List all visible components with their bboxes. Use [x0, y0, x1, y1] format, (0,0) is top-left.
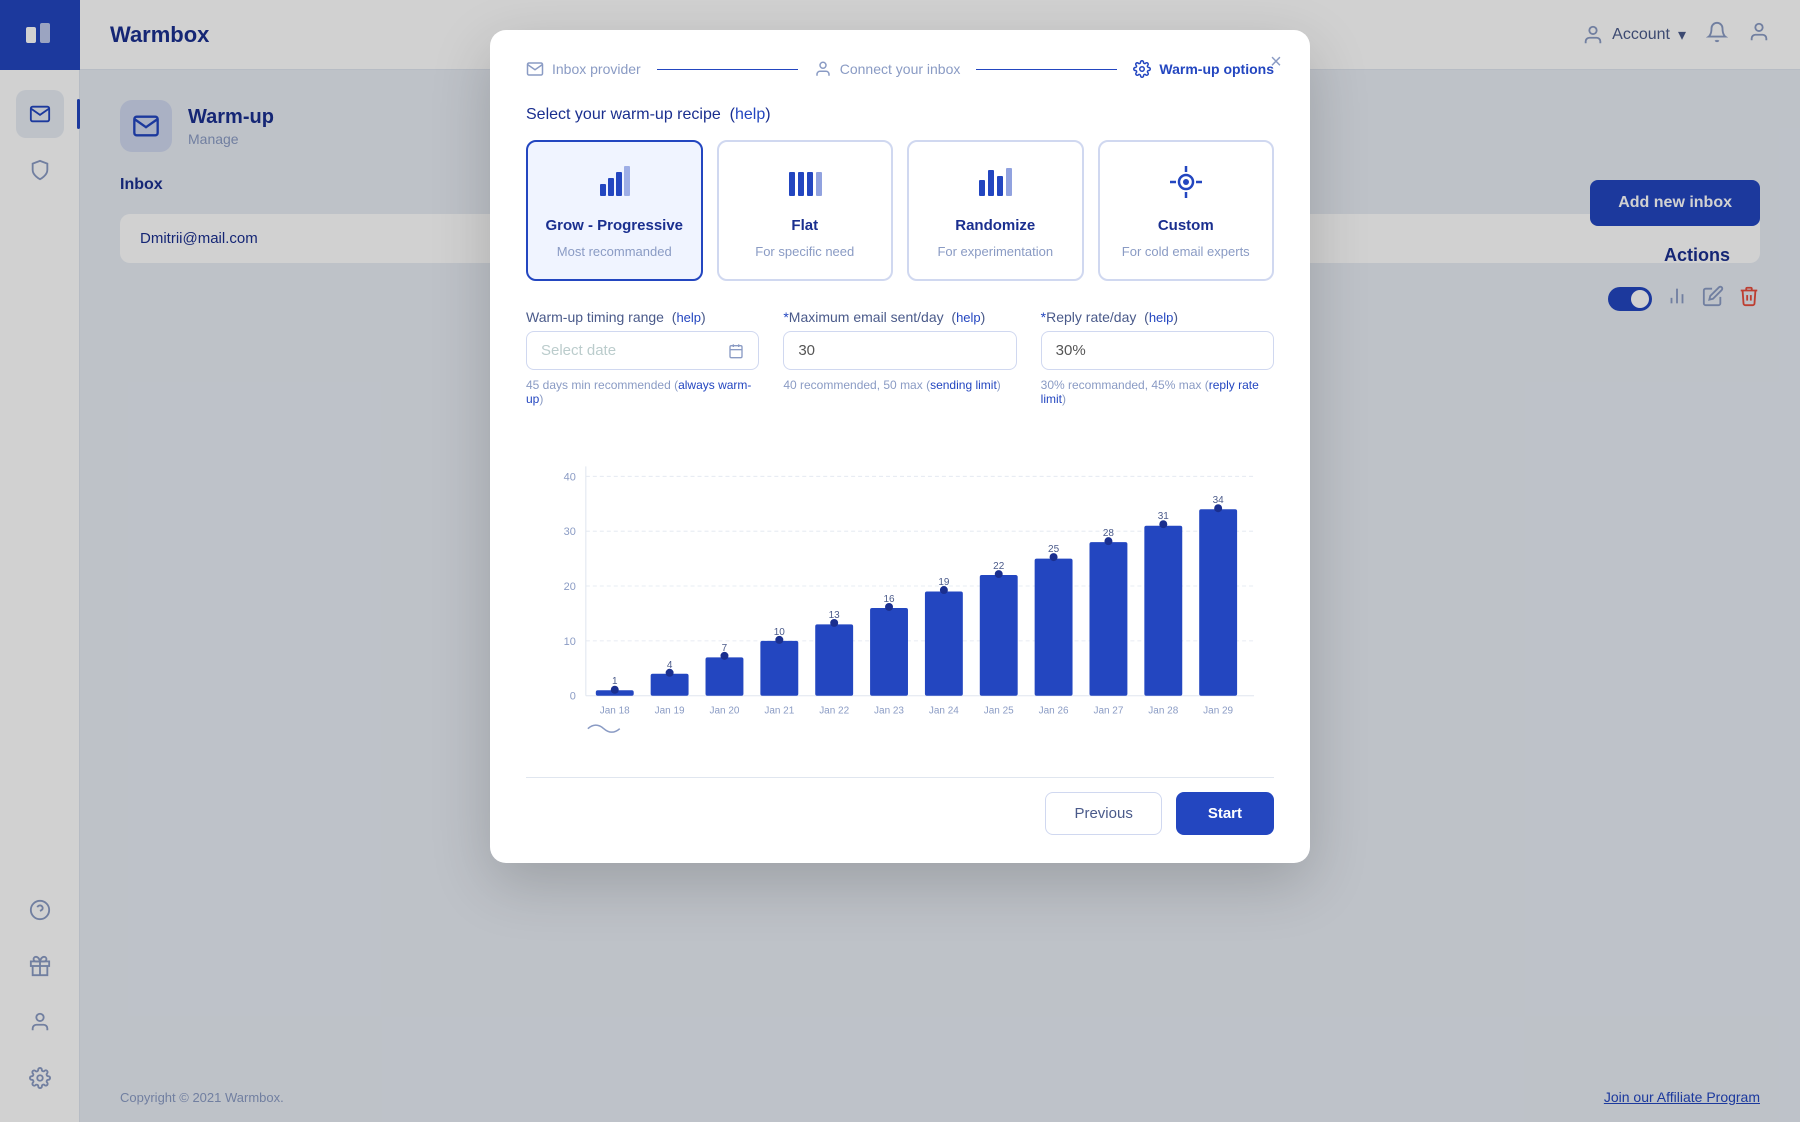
svg-text:Jan 18: Jan 18: [600, 706, 630, 717]
grow-name: Grow - Progressive: [545, 217, 683, 234]
recipe-title-text: Select your warm-up recipe: [526, 106, 721, 123]
max-email-label: *Maximum email sent/day (help): [783, 309, 1016, 325]
step-connect-inbox: Connect your inbox: [814, 60, 961, 78]
step-line-1: [657, 69, 798, 70]
svg-text:Jan 19: Jan 19: [655, 706, 685, 717]
sending-limit-link[interactable]: sending limit: [930, 378, 997, 392]
recipe-help-link[interactable]: help: [735, 106, 765, 123]
svg-text:Jan 26: Jan 26: [1039, 706, 1069, 717]
svg-text:Jan 21: Jan 21: [764, 706, 794, 717]
svg-text:Jan 24: Jan 24: [929, 706, 959, 717]
modal-overlay: × Inbox provider Connect your inbox: [0, 0, 1800, 1122]
step-warmup-options: Warm-up options: [1133, 60, 1274, 78]
flat-name: Flat: [791, 217, 818, 234]
svg-text:Jan 22: Jan 22: [819, 706, 849, 717]
svg-text:Jan 29: Jan 29: [1203, 706, 1233, 717]
step-line-2: [976, 69, 1117, 70]
step-warmup-options-label: Warm-up options: [1159, 61, 1274, 77]
recipe-grid: Grow - Progressive Most recommanded Flat…: [526, 140, 1274, 281]
recipe-card-custom[interactable]: Custom For cold email experts: [1098, 140, 1275, 281]
svg-text:0: 0: [570, 691, 576, 703]
reply-rate-group: *Reply rate/day (help) 30% 30% recommand…: [1041, 309, 1274, 406]
svg-text:40: 40: [564, 471, 576, 483]
modal-close-button[interactable]: ×: [1262, 48, 1290, 76]
custom-sub: For cold email experts: [1122, 244, 1250, 259]
recipe-card-randomize[interactable]: Randomize For experimentation: [907, 140, 1084, 281]
svg-text:30: 30: [564, 526, 576, 538]
custom-icon: [1166, 162, 1206, 207]
timing-group: Warm-up timing range (help) Select date …: [526, 309, 759, 406]
max-email-input[interactable]: 30: [783, 331, 1016, 370]
reply-rate-limit-link[interactable]: reply rate limit: [1041, 378, 1259, 406]
step-inbox-provider-label: Inbox provider: [552, 61, 641, 77]
flat-icon: [785, 162, 825, 207]
randomize-sub: For experimentation: [937, 244, 1053, 259]
flat-sub: For specific need: [755, 244, 854, 259]
reply-rate-label: *Reply rate/day (help): [1041, 309, 1274, 325]
chart-area: 0 10 20 30 40 1 Jan 18 4 Jan 19 7: [526, 426, 1274, 761]
step-connect-inbox-label: Connect your inbox: [840, 61, 961, 77]
grow-sub: Most recommanded: [557, 244, 672, 259]
svg-text:Jan 28: Jan 28: [1148, 706, 1178, 717]
max-email-hint: 40 recommended, 50 max (sending limit): [783, 378, 1016, 392]
modal-stepper: Inbox provider Connect your inbox Warm-u…: [526, 60, 1274, 78]
warmup-modal: × Inbox provider Connect your inbox: [490, 30, 1310, 863]
step-inbox-provider: Inbox provider: [526, 60, 641, 78]
start-button[interactable]: Start: [1176, 792, 1274, 835]
recipe-section-title: Select your warm-up recipe (help): [526, 106, 1274, 124]
max-email-help-link[interactable]: help: [956, 310, 981, 325]
svg-text:Jan 23: Jan 23: [874, 706, 904, 717]
recipe-card-grow[interactable]: Grow - Progressive Most recommanded: [526, 140, 703, 281]
form-row: Warm-up timing range (help) Select date …: [526, 309, 1274, 406]
timing-input[interactable]: Select date: [526, 331, 759, 370]
svg-text:20: 20: [564, 581, 576, 593]
modal-footer: Previous Start: [526, 777, 1274, 835]
timing-label: Warm-up timing range (help): [526, 309, 759, 325]
always-warmup-link[interactable]: always warm-up: [526, 378, 751, 406]
randomize-name: Randomize: [955, 217, 1035, 234]
timing-hint: 45 days min recommended (always warm-up): [526, 378, 759, 406]
custom-name: Custom: [1158, 217, 1214, 234]
svg-text:Jan 25: Jan 25: [984, 706, 1014, 717]
randomize-icon: [975, 162, 1015, 207]
recipe-card-flat[interactable]: Flat For specific need: [717, 140, 894, 281]
svg-text:1: 1: [612, 676, 618, 687]
previous-button[interactable]: Previous: [1045, 792, 1161, 835]
timing-help-link[interactable]: help: [676, 310, 701, 325]
svg-text:10: 10: [564, 636, 576, 648]
warmup-chart: 0 10 20 30 40 1 Jan 18 4 Jan 19 7: [526, 436, 1274, 756]
grow-icon: [594, 162, 634, 207]
reply-rate-help-link[interactable]: help: [1149, 310, 1174, 325]
svg-text:Jan 27: Jan 27: [1093, 706, 1123, 717]
reply-rate-input[interactable]: 30%: [1041, 331, 1274, 370]
max-email-group: *Maximum email sent/day (help) 30 40 rec…: [783, 309, 1016, 406]
reply-rate-hint: 30% recommanded, 45% max (reply rate lim…: [1041, 378, 1274, 406]
svg-text:Jan 20: Jan 20: [710, 706, 740, 717]
